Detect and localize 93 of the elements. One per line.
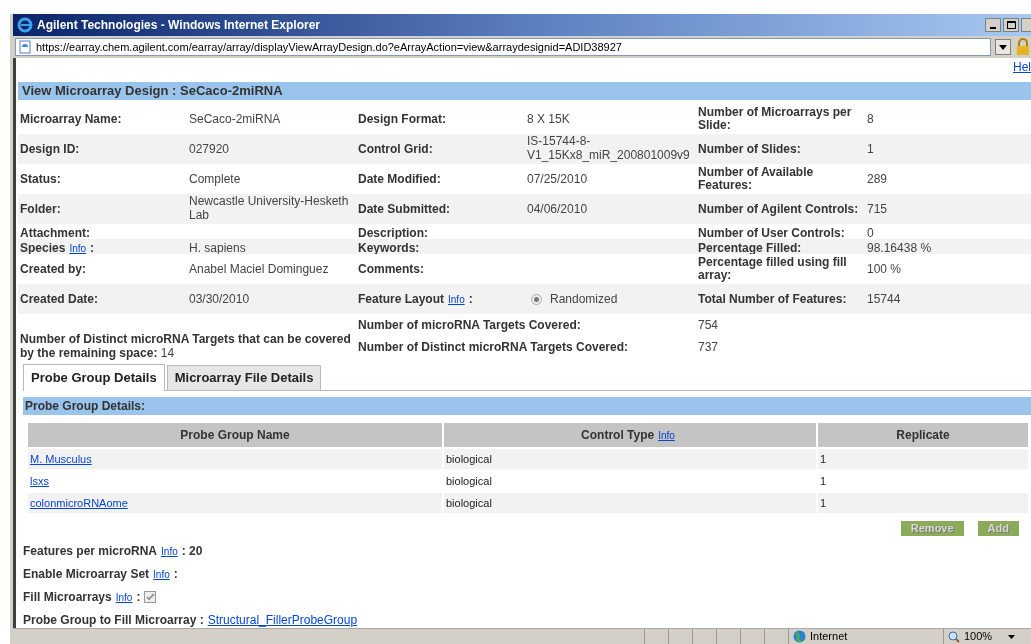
table-cell-text: 1 [819,495,828,511]
field-label: Number of Slides: [698,141,801,156]
field-label: Feature Layout Info : [358,291,473,306]
field-value: 07/25/2010 [527,172,588,186]
field-value: SeCaco-2miRNA [189,112,281,126]
page-heading: View Microarray Design : SeCaco-2miRNA [18,82,1031,100]
address-field[interactable]: https://earray.chem.agilent.com/earray/array/displayViewArrayDesign.do?eArrayAction=view&arraydesignid=ADID38927 [15,38,991,56]
field-label: Total Number of Features: [698,291,847,306]
field-label: Number of Microarrays per Slide: [698,105,852,132]
field-label: Fill Microarrays Info : [23,588,141,606]
field-value: 289 [867,172,888,186]
field-value: 04/06/2010 [527,202,588,216]
field-value: 15744 [867,292,901,306]
window-title: Agilent Technologies - Windows Internet Explorer [37,17,321,34]
field-label: Percentage filled using fill array: [698,255,847,282]
field-value: 737 [697,339,720,356]
remaining-space-text: Number of Distinct microRNA Targets that can be covered by the remaining space: 14 [19,331,352,360]
field-label: Design Format: [358,111,446,126]
field-value: 754 [697,317,720,334]
field-label: Percentage Filled: [698,240,802,255]
field-label: Folder: [20,201,61,216]
info-link[interactable]: Info [69,242,87,254]
help-link[interactable]: Hel [1013,58,1031,76]
field-label: Number of Agilent Controls: [698,201,859,216]
field-label: Date Submitted: [358,201,450,216]
field-label: Microarray Name: [20,111,122,126]
field-value: Anabel Maciel Dominguez [189,262,329,276]
table-cell-text: 1 [819,451,828,467]
caret-icon [999,44,1007,50]
probe-group-link[interactable]: M. Musculus [28,449,442,469]
field-label: Probe Group to Fill Microarray : [23,611,204,629]
field-value: 03/30/2010 [189,292,250,306]
field-label: Number of microRNA Targets Covered: [357,317,582,334]
field-value: 715 [867,202,888,216]
info-link[interactable]: Info [153,568,170,580]
caret-icon [1008,634,1016,639]
field-value: IS-15744-8-V1_15Kx8_miR_200801009v9 [527,134,691,162]
field-value: 98.16438 % [867,241,932,255]
browser-logo-icon [17,17,33,33]
globe-icon [793,630,806,643]
field-label: Date Modified: [358,171,441,186]
field-label: Comments: [358,261,424,276]
field-label: Created by: [20,261,87,276]
field-value: 100 % [867,262,902,276]
table-cell-text: biological [445,495,493,511]
checkbox[interactable] [144,590,157,603]
magnifier-icon [948,630,960,643]
tab[interactable]: Probe Group Details [23,364,165,391]
dropdown-button[interactable] [995,39,1011,55]
field-label: Status: [20,171,61,186]
field-value: 027920 [189,142,230,156]
field-value: 8 X 15K [527,112,570,126]
column-header: Replicate [818,423,1028,447]
field-label: Keywords: [358,240,420,255]
info-link[interactable]: Info [115,591,133,603]
probe-group-link[interactable]: colonmicroRNAome [28,493,442,513]
tab[interactable]: Microarray File Details [166,365,322,390]
field-value: Complete [189,172,241,186]
column-header: Probe Group Name [28,423,442,447]
minimize-button[interactable] [985,18,1001,32]
field-value: 0 [867,226,874,240]
table-cell-text: biological [445,451,493,467]
field-label: Design ID: [20,141,80,156]
field-value: Randomized [550,291,618,308]
probe-group-link[interactable]: lsxs [28,471,442,491]
info-link[interactable]: Info [658,430,675,441]
field-label: Features per microRNA Info : 20 [23,542,203,560]
field-label: Attachment: [20,225,90,240]
radio-button[interactable] [531,293,542,305]
field-label: Enable Microarray Set Info : [23,565,178,583]
field-value: H. sapiens [189,241,246,255]
table-cell-text: biological [445,473,493,489]
filler-group-link[interactable]: Structural_FillerProbeGroup [207,610,358,629]
field-value: 1 [867,142,874,156]
info-link[interactable]: Info [161,545,178,557]
field-label: Control Grid: [358,141,433,156]
field-label: Number of Available Features: [698,165,814,192]
table-cell-text: 1 [819,473,828,489]
field-value: Newcastle University-Hesketh Lab [189,194,350,222]
field-label: Number of Distinct microRNA Targets Covered: [357,339,630,356]
zoom-button[interactable]: 100% [944,629,1016,644]
maximize-button[interactable] [1003,18,1019,32]
field-label: Number of User Controls: [698,225,845,240]
info-link[interactable]: Info [448,293,465,305]
lock-icon [1015,38,1031,56]
zone-label: Internet [810,629,848,644]
field-label: Species Info : [20,240,95,255]
section-header: Probe Group Details: [23,397,1031,415]
page-icon [18,40,32,54]
field-label: Description: [358,225,428,240]
field-label: Created Date: [20,291,99,306]
field-value: 8 [867,112,874,126]
column-header: Control Type Info [444,423,816,447]
